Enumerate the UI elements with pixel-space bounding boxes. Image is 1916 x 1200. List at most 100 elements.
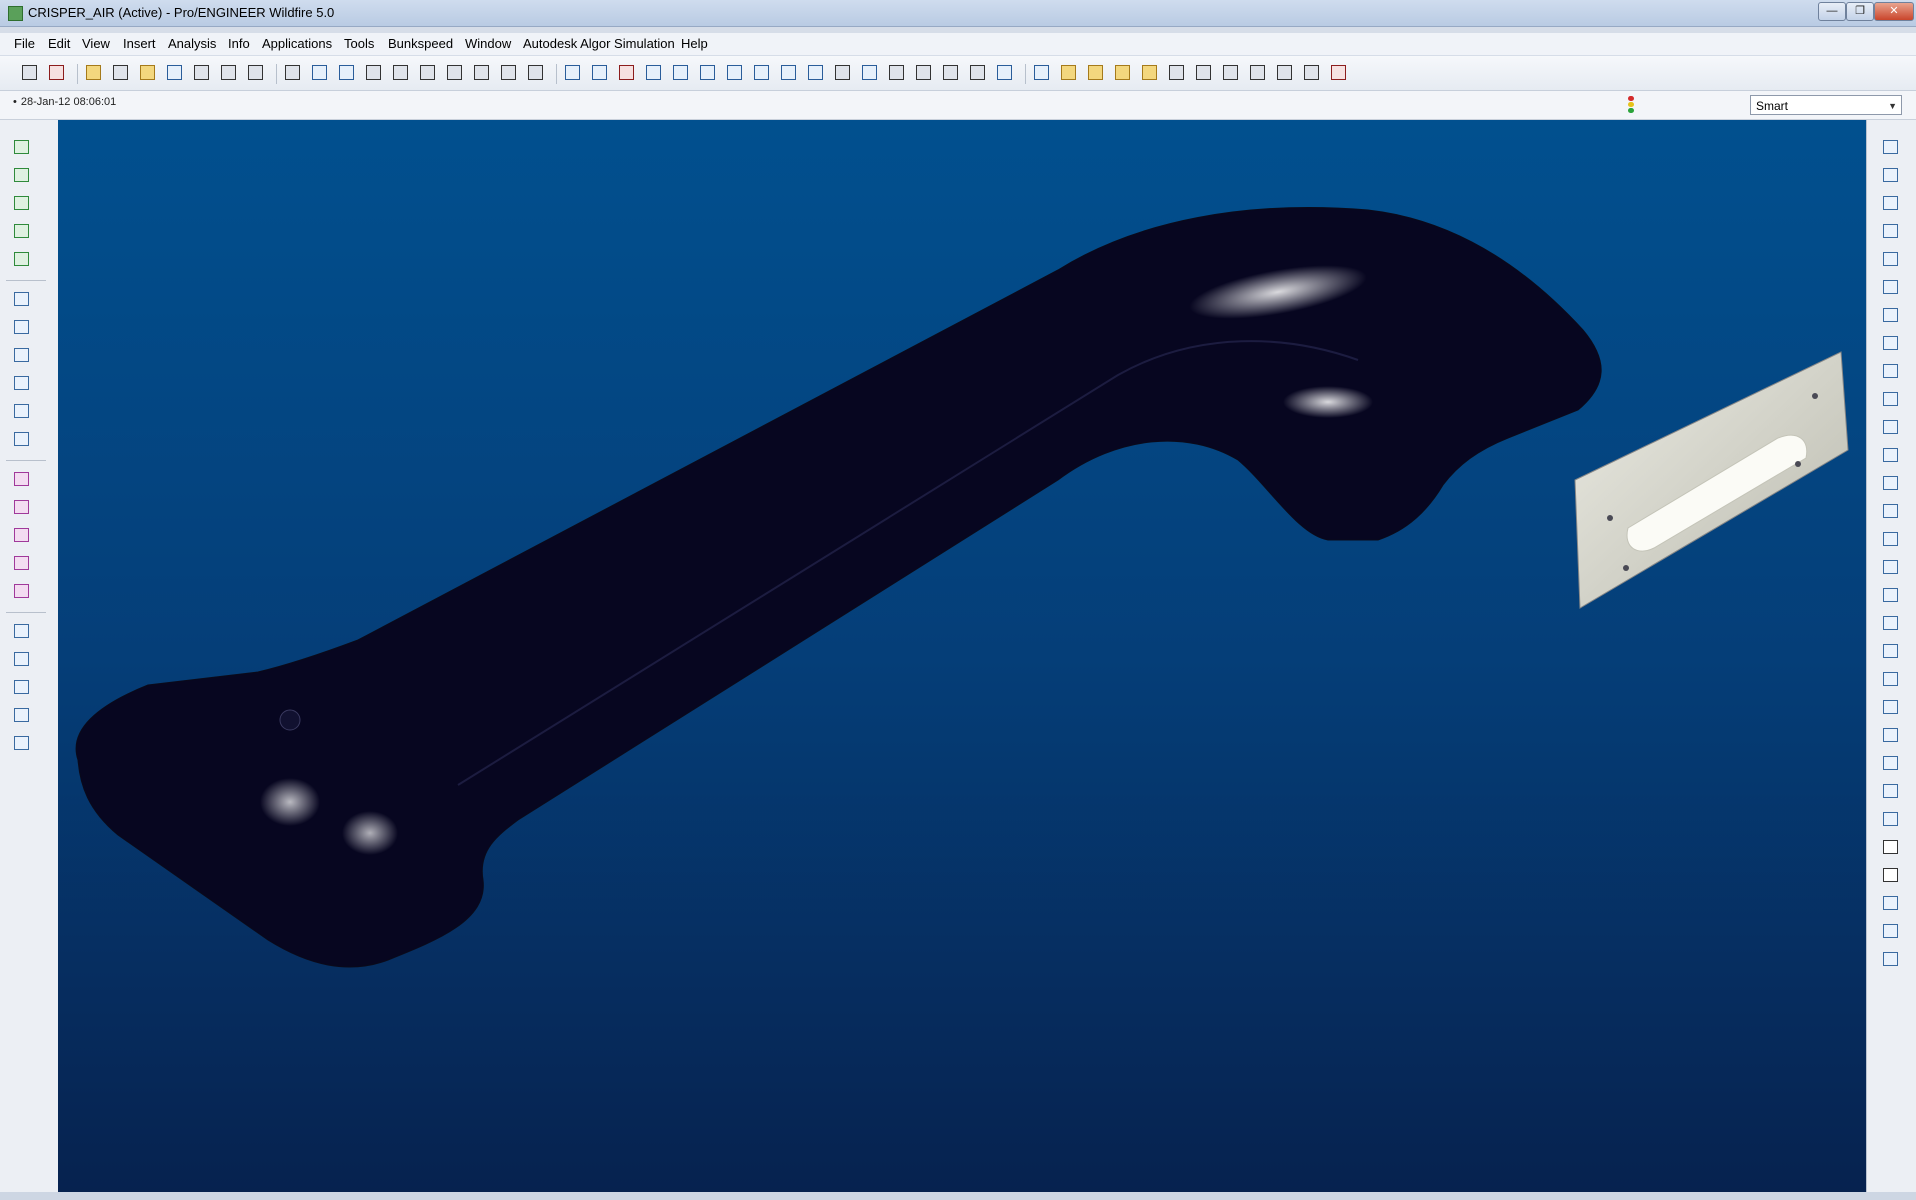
hidden-line-icon[interactable] (941, 63, 960, 82)
layers-icon[interactable] (1882, 166, 1900, 184)
no-hidden-icon[interactable] (968, 63, 987, 82)
orient-icon[interactable] (752, 63, 771, 82)
point-icon[interactable] (1882, 754, 1900, 772)
new-file-icon[interactable] (111, 63, 130, 82)
surface-icon[interactable] (1248, 63, 1267, 82)
note-icon[interactable] (1221, 63, 1240, 82)
open-folder-icon[interactable] (138, 63, 157, 82)
thicken-icon[interactable] (13, 650, 31, 668)
datum-points-icon[interactable] (1113, 63, 1132, 82)
flip-icon[interactable] (1882, 334, 1900, 352)
trim-icon[interactable] (13, 554, 31, 572)
undo-icon[interactable] (364, 63, 383, 82)
menu-algor-simulation[interactable]: Autodesk Algor Simulation (523, 36, 675, 51)
point-cloud-icon[interactable] (1302, 63, 1321, 82)
regenerate-icon[interactable] (1882, 306, 1900, 324)
wireframe-icon[interactable] (1882, 558, 1900, 576)
datum-axes-icon[interactable] (1086, 63, 1105, 82)
extrude-icon[interactable] (13, 138, 31, 156)
boundary-icon[interactable] (13, 250, 31, 268)
select-box-icon[interactable] (526, 63, 545, 82)
dimension-icon[interactable] (1167, 63, 1186, 82)
copy-icon[interactable] (445, 63, 464, 82)
layers-icon[interactable] (860, 63, 879, 82)
close-button[interactable]: ✕ (1874, 2, 1914, 21)
menu-applications[interactable]: Applications (262, 36, 332, 51)
datum-point-icon[interactable] (617, 63, 636, 82)
datum-csys-icon[interactable] (1140, 63, 1159, 82)
email-icon[interactable] (246, 63, 265, 82)
zoom-in-icon[interactable] (1882, 390, 1900, 408)
coordinate-system-icon[interactable] (833, 63, 852, 82)
saved-view-icon[interactable] (1882, 530, 1900, 548)
new-window-icon[interactable] (20, 63, 39, 82)
menu-info[interactable]: Info (228, 36, 250, 51)
zoom-out-icon[interactable] (1882, 418, 1900, 436)
orient-icon[interactable] (1882, 502, 1900, 520)
regenerate-icon[interactable] (310, 63, 329, 82)
pattern-icon[interactable] (13, 470, 31, 488)
enhanced-realism-icon[interactable] (1032, 63, 1051, 82)
round-icon[interactable] (13, 402, 31, 420)
chamfer-icon[interactable] (13, 430, 31, 448)
menu-file[interactable]: File (14, 36, 35, 51)
freestyle-icon[interactable] (13, 734, 31, 752)
sketch-icon[interactable] (590, 63, 609, 82)
rib-icon[interactable] (13, 346, 31, 364)
paste-icon[interactable] (472, 63, 491, 82)
zoom-out-icon[interactable] (698, 63, 717, 82)
revolve-icon[interactable] (13, 166, 31, 184)
selection-filter-dropdown[interactable]: Smart ▼ (1750, 95, 1902, 115)
graphics-viewport[interactable] (58, 120, 1866, 1192)
menu-insert[interactable]: Insert (123, 36, 156, 51)
wireframe-icon[interactable] (914, 63, 933, 82)
menu-bunkspeed[interactable]: Bunkspeed (388, 36, 453, 51)
extend-icon[interactable] (13, 582, 31, 600)
maximize-button[interactable]: ❐ (1846, 2, 1874, 21)
plane-icon[interactable] (1882, 698, 1900, 716)
menu-help[interactable]: Help (681, 36, 708, 51)
menu-tools[interactable]: Tools (344, 36, 374, 51)
save-copy-icon[interactable] (192, 63, 211, 82)
regen-manager-icon[interactable] (337, 63, 356, 82)
find-icon[interactable] (499, 63, 518, 82)
analysis-icon[interactable] (1882, 670, 1900, 688)
spin-icon[interactable] (1882, 474, 1900, 492)
annotate-icon[interactable] (1882, 894, 1900, 912)
shaded-icon[interactable] (995, 63, 1014, 82)
redo-icon[interactable] (391, 63, 410, 82)
merge-icon[interactable] (13, 526, 31, 544)
saved-views-icon[interactable] (779, 63, 798, 82)
tolerance-icon[interactable] (1194, 63, 1213, 82)
close-all-icon[interactable] (1329, 63, 1348, 82)
print-icon[interactable] (219, 63, 238, 82)
model-player-icon[interactable] (283, 63, 302, 82)
curve-icon[interactable] (1882, 782, 1900, 800)
menu-window[interactable]: Window (465, 36, 511, 51)
hidden-line-icon[interactable] (1882, 586, 1900, 604)
axis-icon[interactable] (1882, 726, 1900, 744)
shading-icon[interactable] (563, 63, 582, 82)
measure-icon[interactable] (1882, 922, 1900, 940)
style-icon[interactable] (13, 678, 31, 696)
note-icon[interactable] (1882, 950, 1900, 968)
close-icon[interactable] (1882, 866, 1900, 884)
annotation-icon[interactable] (806, 63, 825, 82)
draft-icon[interactable] (13, 374, 31, 392)
view-manager-icon[interactable] (887, 63, 906, 82)
save-icon[interactable] (1882, 250, 1900, 268)
offset-icon[interactable] (13, 622, 31, 640)
datum-planes-icon[interactable] (1059, 63, 1078, 82)
shell-icon[interactable] (13, 318, 31, 336)
refit-icon[interactable] (1882, 446, 1900, 464)
spin-center-icon[interactable] (644, 63, 663, 82)
curve-icon[interactable] (1275, 63, 1294, 82)
close-window-icon[interactable] (47, 63, 66, 82)
sweep-icon[interactable] (13, 194, 31, 212)
menu-view[interactable]: View (82, 36, 110, 51)
hole-icon[interactable] (13, 290, 31, 308)
edit-icon[interactable] (1882, 278, 1900, 296)
cut-icon[interactable] (418, 63, 437, 82)
save-icon[interactable] (165, 63, 184, 82)
no-hidden-icon[interactable] (1882, 614, 1900, 632)
